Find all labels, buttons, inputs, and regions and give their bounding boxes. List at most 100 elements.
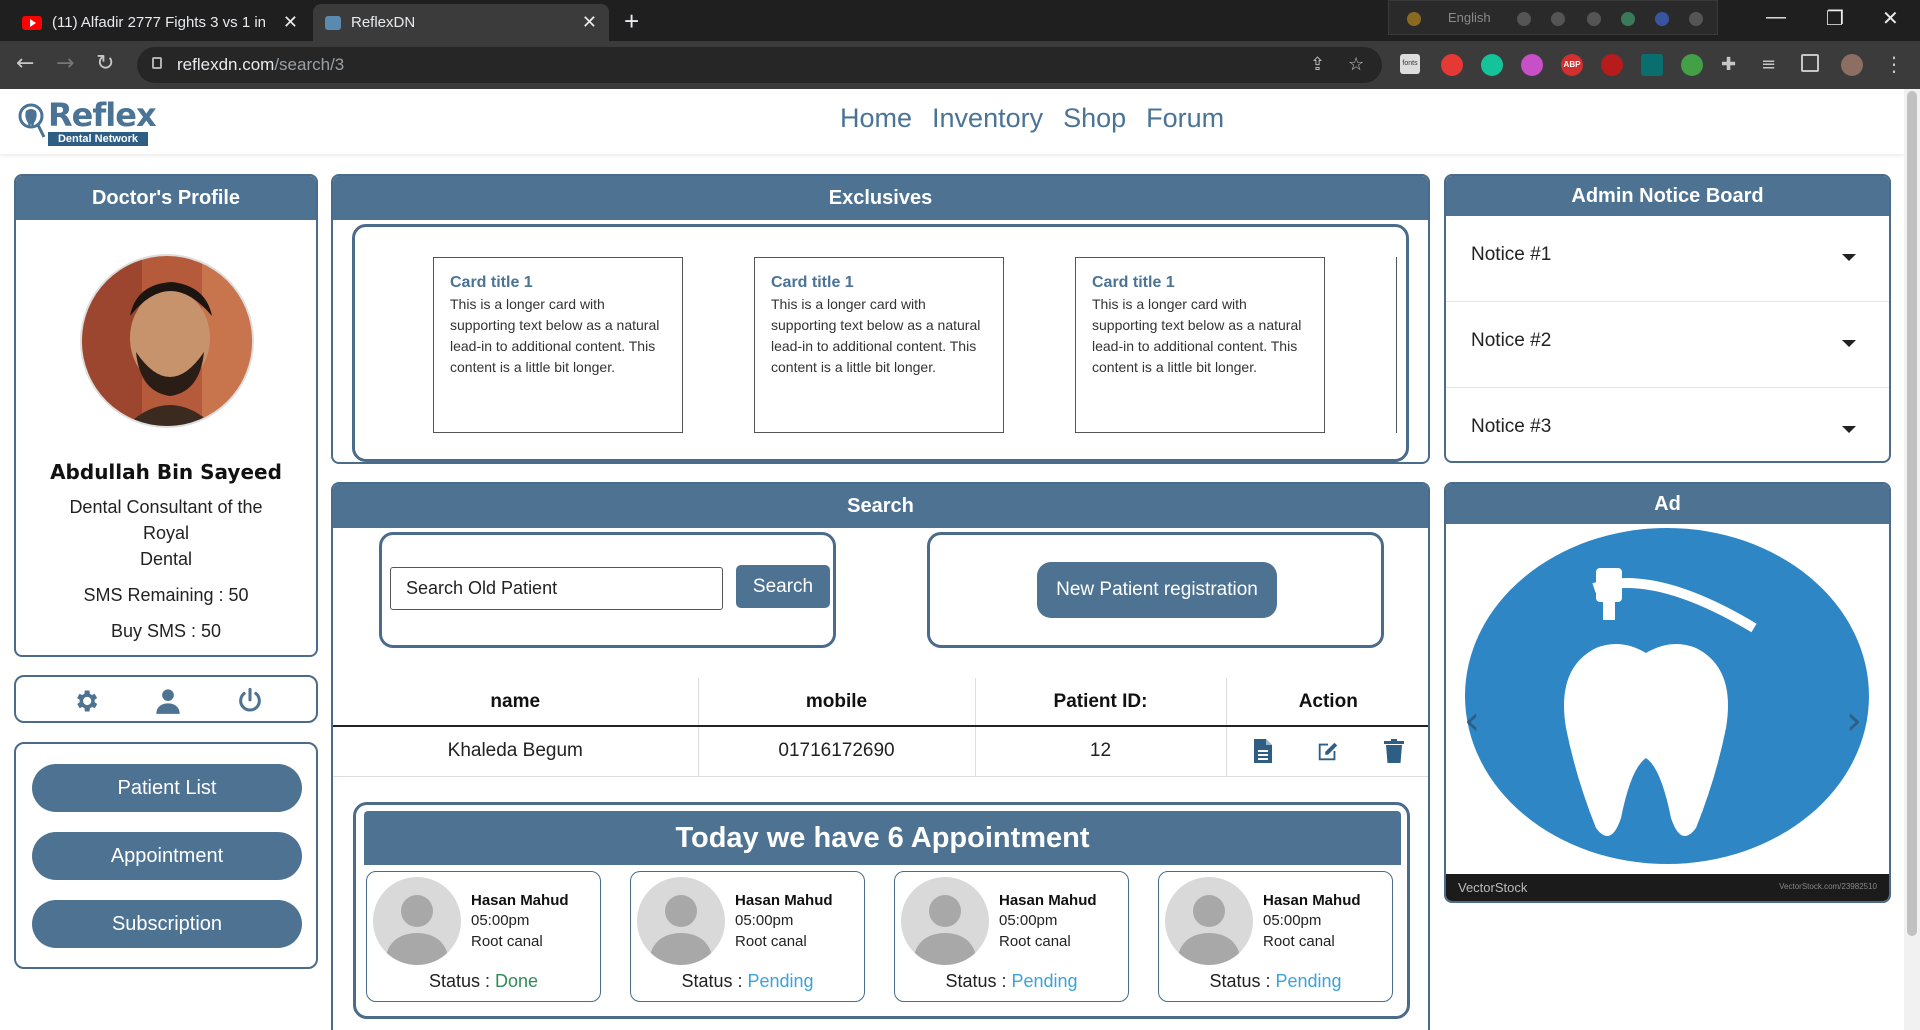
- carousel-next-icon[interactable]: ›: [1846, 698, 1862, 744]
- tray-icon[interactable]: [1551, 12, 1565, 26]
- subscription-button[interactable]: Subscription: [32, 900, 302, 948]
- appointment-time: 05:00pm: [999, 912, 1058, 929]
- tray-icon[interactable]: [1689, 12, 1703, 26]
- appointment-button[interactable]: Appointment: [32, 832, 302, 880]
- caret-down-icon[interactable]: [1842, 254, 1856, 261]
- language-label[interactable]: English: [1448, 10, 1491, 25]
- trash-icon[interactable]: [1382, 738, 1406, 764]
- puzzle-icon[interactable]: ✚: [1721, 54, 1743, 76]
- appointment-patient-name: Hasan Mahud: [1263, 892, 1361, 909]
- doctor-title-line: Dental: [139, 549, 193, 569]
- search-input[interactable]: Search Old Patient: [390, 567, 723, 610]
- exclusive-card[interactable]: Card title 1 This is a longer card with …: [433, 257, 683, 433]
- share-icon[interactable]: ⇪: [1310, 54, 1325, 75]
- caret-down-icon[interactable]: [1842, 426, 1856, 433]
- profile-actions-bar: [14, 675, 318, 723]
- adblock-icon[interactable]: ABP: [1561, 54, 1583, 76]
- notice-item[interactable]: Notice #2: [1446, 302, 1889, 388]
- document-icon[interactable]: [1251, 738, 1275, 764]
- appointments-box: Today we have 6 Appointment Hasan Mahud …: [353, 802, 1410, 1019]
- carousel-prev-icon[interactable]: ‹: [1464, 698, 1480, 744]
- card-body: This is a longer card with supporting te…: [1092, 296, 1302, 375]
- status-label: Status :: [428, 971, 495, 991]
- appointment-card[interactable]: Hasan Mahud 05:00pm Root canal Status : …: [366, 871, 601, 1002]
- exclusive-card[interactable]: Card title 1 This is a longer card with …: [754, 257, 1004, 433]
- exclusives-carousel[interactable]: Card title 1 This is a longer card with …: [352, 224, 1409, 462]
- appointment-card[interactable]: Hasan Mahud 05:00pm Root canal Status : …: [1158, 871, 1393, 1002]
- appointment-card[interactable]: Hasan Mahud 05:00pm Root canal Status : …: [630, 871, 865, 1002]
- ad-footer: VectorStock VectorStock.com/23982510: [1446, 874, 1889, 901]
- close-window-icon[interactable]: ✕: [1882, 6, 1899, 31]
- tray-icon[interactable]: [1655, 12, 1669, 26]
- back-icon[interactable]: ←: [16, 51, 34, 76]
- page-scrollbar[interactable]: [1904, 89, 1920, 1030]
- buy-sms[interactable]: Buy SMS : 50: [36, 618, 296, 644]
- minimize-icon[interactable]: —: [1766, 6, 1786, 29]
- close-tab-icon[interactable]: ✕: [582, 12, 597, 33]
- tray-icon[interactable]: [1621, 12, 1635, 26]
- notice-label: Notice #1: [1471, 244, 1552, 265]
- ad-brand-url: VectorStock.com/23982510: [1779, 882, 1877, 891]
- nav-home[interactable]: Home: [840, 103, 912, 134]
- patient-avatar-placeholder: [637, 877, 725, 965]
- tray-icon[interactable]: [1517, 12, 1531, 26]
- appointment-time: 05:00pm: [471, 912, 530, 929]
- browser-toolbar: ← → ↻ reflexdn.com/search/3 ⇪ ☆ fonts AB…: [0, 41, 1920, 89]
- close-tab-icon[interactable]: ✕: [283, 12, 298, 33]
- new-tab-button[interactable]: +: [624, 6, 639, 37]
- extension-icon[interactable]: [1441, 54, 1463, 76]
- tray-icon[interactable]: [1587, 12, 1601, 26]
- bookmark-star-icon[interactable]: ☆: [1348, 54, 1364, 75]
- scrollbar-thumb[interactable]: [1907, 91, 1917, 936]
- new-patient-registration-button[interactable]: New Patient registration: [1037, 562, 1277, 618]
- forward-icon[interactable]: →: [56, 51, 74, 76]
- restore-icon[interactable]: ❐: [1826, 6, 1844, 31]
- media-control-icon[interactable]: ≡: [1761, 54, 1783, 76]
- notice-item[interactable]: Notice #3: [1446, 388, 1889, 461]
- tab-title: ReflexDN: [351, 14, 416, 31]
- grammarly-icon[interactable]: [1481, 54, 1503, 76]
- system-tray: English: [1388, 0, 1718, 35]
- url-text[interactable]: reflexdn.com/search/3: [177, 55, 344, 75]
- notice-item[interactable]: Notice #1: [1446, 216, 1889, 302]
- appointment-card[interactable]: Hasan Mahud 05:00pm Root canal Status : …: [894, 871, 1129, 1002]
- browser-menu-icon[interactable]: ⋮: [1884, 52, 1904, 76]
- profile-avatar-icon[interactable]: [1841, 54, 1863, 76]
- extension-icon[interactable]: [1521, 54, 1543, 76]
- extension-icon[interactable]: [1601, 54, 1623, 76]
- panel-header: Doctor's Profile: [16, 176, 316, 220]
- fonts-extension-icon[interactable]: fonts: [1400, 54, 1420, 74]
- extension-icon[interactable]: [1681, 54, 1703, 76]
- caret-down-icon[interactable]: [1842, 340, 1856, 347]
- extension-icon[interactable]: [1641, 54, 1663, 76]
- patient-mobile-cell: 01716172690: [698, 726, 976, 777]
- search-button[interactable]: Search: [736, 565, 830, 608]
- sms-remaining: SMS Remaining : 50: [83, 585, 249, 605]
- reflex-icon: [325, 15, 341, 30]
- gear-icon[interactable]: [72, 687, 100, 715]
- nav-shop[interactable]: Shop: [1063, 103, 1126, 134]
- user-icon[interactable]: [154, 687, 182, 715]
- table-row[interactable]: Khaleda Begum 01716172690 12: [333, 726, 1428, 777]
- main-nav: Home Inventory Shop Forum: [840, 103, 1224, 134]
- lock-icon[interactable]: [152, 57, 162, 69]
- url-host: reflexdn.com: [177, 55, 275, 74]
- edit-icon[interactable]: [1316, 738, 1340, 764]
- nav-inventory[interactable]: Inventory: [932, 103, 1043, 134]
- ad-carousel[interactable]: ‹ ›: [1446, 528, 1889, 901]
- nav-forum[interactable]: Forum: [1146, 103, 1224, 134]
- exclusive-card[interactable]: Card title 1 This is a longer card with …: [1075, 257, 1325, 433]
- browser-tab-youtube[interactable]: (11) Alfadir 2777 Fights 3 vs 1 in ✕: [10, 4, 310, 41]
- doctor-avatar: [80, 254, 254, 428]
- patient-list-button[interactable]: Patient List: [32, 764, 302, 812]
- appointment-status: Status : Pending: [895, 971, 1128, 992]
- address-bar[interactable]: reflexdn.com/search/3 ⇪ ☆: [137, 47, 1382, 83]
- power-icon[interactable]: [236, 687, 264, 715]
- patient-avatar-placeholder: [901, 877, 989, 965]
- tray-icon[interactable]: [1407, 12, 1421, 26]
- browser-tab-reflexdn[interactable]: ReflexDN ✕: [313, 4, 609, 41]
- reflex-logo[interactable]: Reflex Dental Network: [18, 99, 157, 146]
- reload-icon[interactable]: ↻: [96, 51, 114, 76]
- side-panel-icon[interactable]: [1801, 54, 1819, 72]
- appointment-status: Status : Pending: [1159, 971, 1392, 992]
